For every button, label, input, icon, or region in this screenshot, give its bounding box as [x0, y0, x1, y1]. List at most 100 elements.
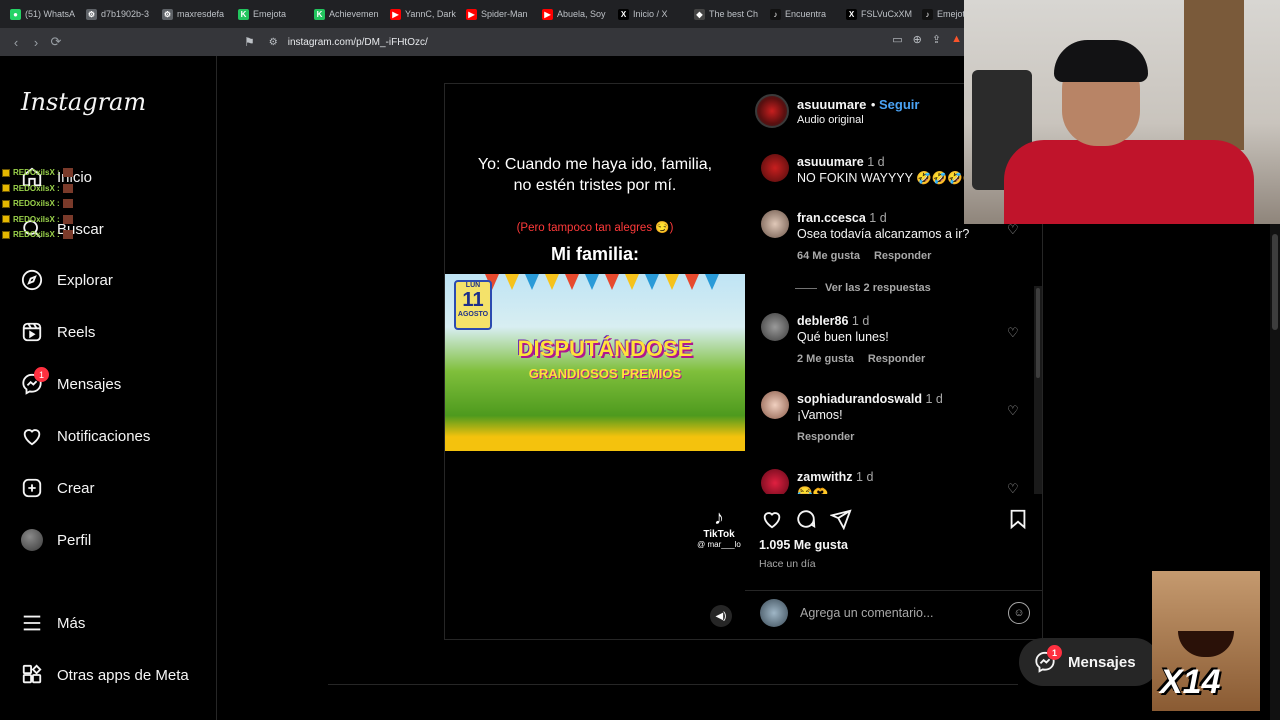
like-icon[interactable]	[759, 506, 785, 532]
reload-icon[interactable]: ⟳	[46, 32, 66, 52]
tab-favicon-icon: X	[846, 8, 857, 20]
comments-scrollbar[interactable]	[1034, 286, 1042, 494]
author-username[interactable]: asuuumare	[797, 97, 866, 112]
chat-emote-icon	[62, 214, 73, 224]
brave-icon[interactable]: ▲	[951, 33, 962, 46]
tab-title: (51) WhatsA	[25, 9, 76, 19]
sidebar-item-perfil[interactable]: Perfil	[21, 525, 91, 555]
calendar-month: AGOSTO	[457, 311, 489, 318]
sidebar-item-mensajes[interactable]: 1 Mensajes	[21, 367, 121, 399]
comment-avatar[interactable]	[761, 210, 789, 238]
share-icon[interactable]	[828, 506, 854, 532]
follow-button[interactable]: Seguir	[879, 97, 919, 112]
back-icon[interactable]: ‹	[6, 32, 26, 52]
save-icon[interactable]	[1005, 506, 1031, 532]
browser-tab[interactable]: ▶ YannC, Dark	[386, 0, 462, 28]
sidebar-item-crear[interactable]: Crear	[21, 473, 95, 503]
tab-favicon-icon: ◆	[694, 8, 705, 20]
comment-item: zamwithz 1 d 😂🫶 ♡	[761, 469, 1031, 494]
reply-button[interactable]: Responder	[797, 429, 854, 445]
tiktok-handle: @ mar___lo	[697, 540, 741, 549]
chat-emote-icon	[62, 199, 73, 209]
tab-favicon-icon: ⚙	[86, 8, 97, 20]
comment-username[interactable]: debler86	[797, 314, 848, 328]
browser-tab[interactable]: ◆ The best Ch	[690, 0, 766, 28]
sidebar-item-mas[interactable]: Más	[21, 608, 85, 638]
cast-icon[interactable]: ▭	[892, 33, 902, 46]
browser-tab[interactable]: ⚙ maxresdefa	[158, 0, 234, 28]
sidebar-item-reels[interactable]: Reels	[21, 317, 95, 347]
sidebar-item-label: Más	[57, 614, 86, 632]
sidebar-item-notificaciones[interactable]: Notificaciones	[21, 421, 150, 451]
sidebar: Instagram Inicio Buscar Explorar Reels 1…	[0, 56, 217, 720]
tab-favicon-icon: ♪	[922, 8, 933, 20]
browser-tab[interactable]: ♪ Encuentra	[766, 0, 842, 28]
post-media[interactable]: Yo: Cuando me haya ido, familia, no esté…	[445, 84, 745, 639]
author-avatar[interactable]	[755, 94, 789, 128]
reply-button[interactable]: Responder	[874, 248, 931, 264]
zoom-icon[interactable]: ⊕	[913, 33, 922, 46]
share-icon[interactable]: ⇪	[932, 33, 941, 46]
comment-input[interactable]	[800, 605, 996, 620]
browser-tab[interactable]: X Inicio / X	[614, 0, 690, 28]
browser-tab[interactable]: K Emejota	[234, 0, 310, 28]
address-bar[interactable]: ⚑ ⚙ instagram.com/p/DM_-iFHtOzc/	[244, 32, 964, 52]
tab-title: Encuentra	[785, 9, 827, 19]
chat-message: REDOxilsX :	[2, 227, 73, 243]
comment-username[interactable]: zamwithz	[797, 470, 853, 484]
tab-favicon-icon: ▶	[542, 8, 553, 20]
tab-title: FSLVuCxXM	[861, 9, 913, 19]
comment-like-icon[interactable]: ♡	[1007, 325, 1021, 340]
audio-original-link[interactable]: Audio original	[797, 114, 919, 126]
comment-username[interactable]: asuuumare	[797, 155, 864, 169]
comment-likes[interactable]: 64 Me gusta	[797, 248, 860, 264]
browser-tab[interactable]: ⚙ d7b1902b-3	[82, 0, 158, 28]
comment-avatar[interactable]	[761, 391, 789, 419]
sidebar-item-otras-apps[interactable]: Otras apps de Meta	[21, 660, 189, 690]
reply-button[interactable]: Responder	[868, 351, 925, 367]
comment-like-icon[interactable]: ♡	[1007, 222, 1021, 237]
chat-message: REDOxilsX :	[2, 165, 73, 181]
browser-tab[interactable]: ▶ Spider-Man	[462, 0, 538, 28]
tab-title: YannC, Dark	[405, 9, 456, 19]
forward-icon[interactable]: ›	[26, 32, 46, 52]
video-subtitle: GRANDIOSOS PREMIOS	[528, 366, 682, 381]
browser-tab[interactable]: X FSLVuCxXM	[842, 0, 918, 28]
comment-avatar[interactable]	[761, 154, 789, 182]
comment-username[interactable]: fran.ccesca	[797, 211, 866, 225]
calendar-badge: LUN 11 AGOSTO	[454, 280, 492, 330]
sidebar-item-explorar[interactable]: Explorar	[21, 265, 113, 295]
tiktok-icon: ♪	[714, 507, 724, 529]
audio-icon[interactable]: ◀)	[710, 605, 732, 627]
comment-like-icon[interactable]: ♡	[1007, 403, 1021, 418]
tab-title: Spider-Man	[481, 9, 528, 19]
browser-tab[interactable]: K Achievemen	[310, 0, 386, 28]
comment-text: ¡Vamos!	[797, 408, 843, 422]
calendar-day: 11	[462, 289, 484, 311]
comment-avatar[interactable]	[761, 469, 789, 494]
sidebar-item-label: Notificaciones	[57, 427, 151, 445]
comment-username[interactable]: sophiadurandoswald	[797, 392, 922, 406]
comment-avatar[interactable]	[761, 313, 789, 341]
likes-count[interactable]: 1.095 Me gusta	[759, 538, 848, 552]
comment-time: 1 d	[925, 392, 943, 406]
tab-title: d7b1902b-3	[101, 9, 150, 19]
comment-likes[interactable]: 2 Me gusta	[797, 351, 854, 367]
browser-tab[interactable]: ● (51) WhatsA	[6, 0, 82, 28]
view-replies[interactable]: Ver las 2 respuestas	[795, 282, 931, 294]
messages-button[interactable]: 1 Mensajes	[1019, 638, 1159, 686]
comment-icon[interactable]	[793, 506, 819, 532]
site-info-icon[interactable]: ⚙	[269, 37, 278, 48]
comment-text: Qué buen lunes!	[797, 330, 889, 344]
instagram-logo[interactable]: Instagram	[21, 88, 146, 116]
add-comment-bar: ☺	[745, 590, 1042, 634]
page-scrollbar[interactable]	[1270, 224, 1280, 720]
comment-text: 😂🫶	[797, 486, 829, 494]
sidebar-item-label: Crear	[57, 479, 95, 497]
bookmark-icon[interactable]: ⚑	[244, 35, 255, 49]
browser-tab[interactable]: ▶ Abuela, Soy	[538, 0, 614, 28]
media-caption-sub: (Pero tampoco tan alegres 😏)	[516, 222, 674, 234]
emoji-icon[interactable]: ☺	[1008, 601, 1030, 624]
chat-username: REDOxilsX :	[13, 168, 60, 178]
comment-like-icon[interactable]: ♡	[1007, 481, 1021, 494]
